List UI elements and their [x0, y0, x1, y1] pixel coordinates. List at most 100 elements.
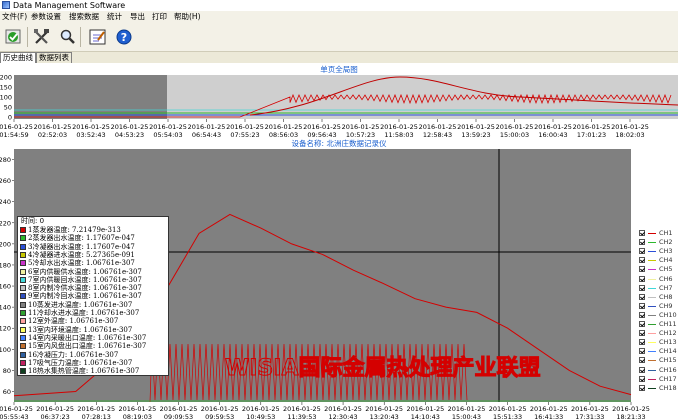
readout-label: 18热水集热管温度: 1.06761e-307	[28, 367, 140, 376]
menu-print[interactable]: 打印	[152, 12, 167, 22]
channel-checkbox[interactable]	[639, 293, 645, 300]
channel-toggle[interactable]: CH9	[633, 302, 677, 311]
channel-toggle[interactable]: CH11	[633, 320, 677, 329]
channel-checkbox[interactable]	[639, 275, 645, 282]
channel-toggle[interactable]: CH16	[633, 366, 677, 375]
channel-checkbox[interactable]	[639, 384, 645, 391]
series-color-swatch	[20, 243, 26, 250]
search-button[interactable]	[57, 26, 79, 48]
check-icon	[5, 29, 21, 44]
channel-toggle[interactable]: CH2	[633, 238, 677, 247]
overview-y-tick-label: 50	[4, 104, 12, 112]
menu-export[interactable]: 导出	[130, 12, 145, 22]
series-color-swatch	[20, 343, 26, 350]
readout-row: 7室内供暖回水温度: 1.06761e-307	[20, 276, 168, 284]
channel-toggle[interactable]: CH17	[633, 375, 677, 384]
main-x-time-label: 13:20:43	[370, 413, 399, 419]
channel-toggle[interactable]: CH1	[633, 229, 677, 238]
toolbar-separator	[80, 27, 81, 47]
channel-color-line	[648, 287, 656, 289]
channel-color-line	[648, 242, 656, 244]
main-x-date-label: 2016-01-25	[324, 405, 362, 413]
menu-stats[interactable]: 统计	[107, 12, 122, 22]
channel-checkbox[interactable]	[639, 239, 645, 246]
channel-checkbox[interactable]	[639, 366, 645, 373]
channel-toggle[interactable]: CH10	[633, 311, 677, 320]
channel-label: CH3	[659, 247, 673, 256]
channel-checkbox[interactable]	[639, 284, 645, 291]
series-color-swatch	[20, 359, 26, 366]
watermark-text: WISIA国际金属热处理产业联盟	[225, 355, 541, 381]
channel-checkbox[interactable]	[639, 311, 645, 318]
series-color-swatch	[20, 293, 26, 300]
channel-checkbox[interactable]	[639, 339, 645, 346]
menu-search[interactable]: 搜索数据	[69, 12, 99, 22]
channel-toggle[interactable]: CH5	[633, 265, 677, 274]
main-x-date-label: 2016-01-25	[77, 405, 115, 413]
main-x-time-label: 18:21:33	[616, 413, 645, 419]
main-x-time-label: 06:37:23	[41, 413, 70, 419]
channel-color-line	[648, 360, 656, 362]
channel-toggle[interactable]: CH12	[633, 329, 677, 338]
main-y-tick-label: 160	[0, 283, 11, 291]
channel-checkbox[interactable]	[639, 248, 645, 255]
menu-file[interactable]: 文件(F)	[2, 12, 27, 22]
channel-checkbox[interactable]	[639, 257, 645, 264]
channel-toggle[interactable]: CH7	[633, 284, 677, 293]
channel-toggle[interactable]: CH6	[633, 275, 677, 284]
check-button[interactable]	[3, 26, 25, 48]
series-color-swatch	[20, 326, 26, 333]
channel-color-line	[648, 296, 656, 298]
channel-checkbox[interactable]	[639, 357, 645, 364]
series-color-swatch	[20, 368, 26, 375]
channel-color-line	[648, 251, 656, 253]
channel-checkbox[interactable]	[639, 321, 645, 327]
readout-label: 5冷却水出水温度: 1.06761e-307	[28, 259, 135, 268]
main-y-tick-label: 120	[0, 325, 11, 333]
channel-checkbox[interactable]	[639, 230, 645, 236]
channel-color-line	[648, 369, 656, 371]
channel-toggle[interactable]: CH14	[633, 347, 677, 356]
main-x-time-label: 17:31:33	[575, 413, 604, 419]
channel-color-line	[648, 260, 656, 262]
channel-label: CH18	[659, 383, 677, 392]
series-color-swatch	[20, 268, 26, 275]
main-y-tick-label: 200	[0, 240, 11, 248]
readout-row: 6室内供暖供水温度: 1.06761e-307	[20, 268, 168, 276]
readout-label: 9室内制冷回水温度: 1.06761e-307	[28, 292, 142, 301]
main-y-tick-label: 280	[0, 156, 11, 164]
menu-bar: 文件(F) 参数设置 搜索数据 统计 导出 打印 帮助(H)	[0, 11, 678, 23]
channel-checkbox[interactable]	[639, 330, 645, 337]
channel-color-line	[648, 378, 656, 380]
main-x-date-label: 2016-01-25	[201, 405, 239, 413]
channel-toggle[interactable]: CH18	[633, 384, 677, 393]
channel-label: CH12	[659, 329, 677, 338]
channel-label: CH15	[659, 356, 677, 365]
overview-selection-window[interactable]	[167, 75, 678, 119]
menu-help[interactable]: 帮助(H)	[174, 12, 201, 22]
main-x-date-label: 2016-01-25	[530, 405, 568, 413]
channel-checkbox[interactable]	[639, 375, 645, 382]
channel-color-line	[648, 387, 656, 389]
channel-toggle[interactable]: CH13	[633, 338, 677, 347]
readout-label: 8室内制冷供水温度: 1.06761e-307	[28, 284, 142, 293]
tab-data-list[interactable]: 数据列表	[36, 52, 72, 63]
channel-toggle[interactable]: CH4	[633, 256, 677, 265]
channel-toggle[interactable]: CH15	[633, 356, 677, 365]
main-x-date-label: 2016-01-25	[571, 405, 609, 413]
channel-toggle[interactable]: CH3	[633, 247, 677, 256]
channel-label: CH4	[659, 256, 673, 265]
tools-button[interactable]	[31, 26, 53, 48]
overview-y-axis: 200 150 100 50 0	[0, 74, 12, 122]
menu-params[interactable]: 参数设置	[31, 12, 61, 22]
edit-button[interactable]	[87, 26, 109, 48]
series-color-swatch	[20, 276, 26, 283]
readout-label: 15室内风盘出口温度: 1.06761e-307	[28, 342, 147, 351]
main-x-date-label: 2016-01-25	[283, 405, 321, 413]
channel-checkbox[interactable]	[639, 266, 645, 273]
readout-label: 14室内采暖出口温度: 1.06761e-307	[28, 333, 147, 342]
help-button[interactable]: ?	[113, 26, 135, 48]
channel-checkbox[interactable]	[639, 302, 645, 309]
channel-checkbox[interactable]	[639, 348, 645, 355]
channel-toggle[interactable]: CH8	[633, 293, 677, 302]
